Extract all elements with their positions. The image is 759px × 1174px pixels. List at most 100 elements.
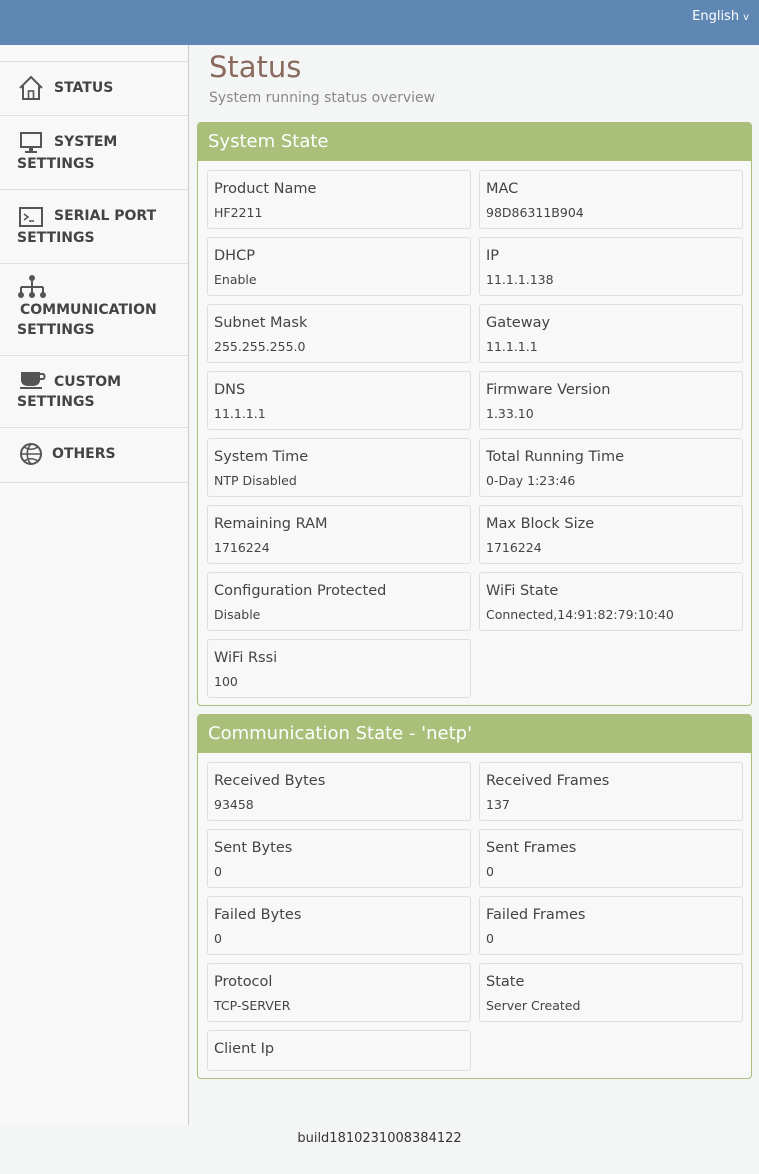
status-field-received-frames: Received Frames 137 [479, 762, 743, 821]
sidebar-item-label: SETTINGS [17, 230, 95, 246]
field-value: 0-Day 1:23:46 [486, 473, 576, 488]
field-label: Subnet Mask [214, 315, 308, 331]
status-field-mac: MAC 98D86311B904 [479, 170, 743, 229]
status-field-gateway: Gateway 11.1.1.1 [479, 304, 743, 363]
field-value: 11.1.1.1 [214, 406, 266, 421]
chevron-down-icon: v [743, 12, 749, 23]
status-field-dns: DNS 11.1.1.1 [207, 371, 471, 430]
panel-title: Communication State - 'netp' [198, 715, 751, 753]
communication-state-panel: Communication State - 'netp' Received By… [197, 714, 752, 1079]
field-label: Failed Frames [486, 907, 586, 923]
status-field-total-running-time: Total Running Time 0-Day 1:23:46 [479, 438, 743, 497]
field-label: WiFi Rssi [214, 650, 278, 666]
sidebar-item-label: SERIAL PORT [54, 208, 157, 224]
field-label: Received Frames [486, 773, 610, 789]
sidebar-item-label: SETTINGS [17, 394, 95, 410]
status-field-sent-bytes: Sent Bytes 0 [207, 829, 471, 888]
field-label: System Time [214, 449, 309, 465]
language-selector[interactable]: English v [692, 9, 749, 24]
status-field-dhcp: DHCP Enable [207, 237, 471, 296]
status-field-system-time: System Time NTP Disabled [207, 438, 471, 497]
field-label: Product Name [214, 181, 317, 197]
top-bar: English v [0, 0, 759, 45]
sidebar-item-system-settings[interactable]: SYSTEM SETTINGS [0, 115, 188, 189]
sidebar-item-label: CUSTOM [54, 374, 122, 390]
field-label: State [486, 974, 525, 990]
status-field-wifi-rssi: WiFi Rssi 100 [207, 639, 471, 698]
field-label: DHCP [214, 248, 255, 264]
field-value: Server Created [486, 998, 581, 1013]
field-value: 0 [214, 931, 222, 946]
field-value: 1716224 [214, 540, 270, 555]
field-label: MAC [486, 181, 519, 197]
field-label: Total Running Time [486, 449, 624, 465]
sidebar-item-status[interactable]: STATUS [0, 61, 188, 115]
field-label: Protocol [214, 974, 273, 990]
status-field-subnet-mask: Subnet Mask 255.255.255.0 [207, 304, 471, 363]
status-field-product-name: Product Name HF2211 [207, 170, 471, 229]
field-label: Sent Bytes [214, 840, 293, 856]
status-field-received-bytes: Received Bytes 93458 [207, 762, 471, 821]
coffee-cup-icon [19, 369, 47, 389]
field-label: WiFi State [486, 583, 559, 599]
field-value: Connected,14:91:82:79:10:40 [486, 607, 674, 622]
terminal-icon [18, 205, 44, 229]
field-label: IP [486, 248, 500, 264]
network-icon [17, 274, 47, 300]
status-field-remaining-ram: Remaining RAM 1716224 [207, 505, 471, 564]
page-subtitle: System running status overview [209, 90, 436, 106]
sidebar-item-custom-settings[interactable]: CUSTOM SETTINGS [0, 355, 188, 427]
field-value: 11.1.1.138 [486, 272, 554, 287]
status-field-state: State Server Created [479, 963, 743, 1022]
status-field-client-ip: Client Ip [207, 1030, 471, 1071]
field-value: Enable [214, 272, 257, 287]
status-field-failed-frames: Failed Frames 0 [479, 896, 743, 955]
sidebar-item-label: OTHERS [52, 446, 116, 462]
sidebar-item-label: SETTINGS [17, 156, 95, 172]
field-label: Remaining RAM [214, 516, 328, 532]
sidebar-item-label: STATUS [54, 80, 114, 96]
status-field-sent-frames: Sent Frames 0 [479, 829, 743, 888]
home-icon [17, 74, 45, 102]
status-field-ip: IP 11.1.1.138 [479, 237, 743, 296]
field-value: 93458 [214, 797, 254, 812]
build-footer: build1810231008384122 [297, 1131, 462, 1146]
field-value: 255.255.255.0 [214, 339, 306, 354]
status-field-failed-bytes: Failed Bytes 0 [207, 896, 471, 955]
status-field-wifi-state: WiFi State Connected,14:91:82:79:10:40 [479, 572, 743, 631]
field-value: Disable [214, 607, 261, 622]
monitor-icon [18, 130, 44, 156]
sidebar: STATUS SYSTEM SETTINGS SERIAL PORT SETTI… [0, 45, 189, 1125]
field-label: DNS [214, 382, 246, 398]
status-field-max-block-size: Max Block Size 1716224 [479, 505, 743, 564]
sidebar-item-label: SETTINGS [17, 322, 95, 338]
field-label: Client Ip [214, 1041, 275, 1057]
field-label: Gateway [486, 315, 551, 331]
field-value: 0 [486, 931, 494, 946]
sidebar-item-serial-port-settings[interactable]: SERIAL PORT SETTINGS [0, 189, 188, 263]
status-field-configuration-protected: Configuration Protected Disable [207, 572, 471, 631]
field-value: 100 [214, 674, 238, 689]
field-value: 137 [486, 797, 510, 812]
field-value: TCP-SERVER [214, 998, 291, 1013]
field-value: 1.33.10 [486, 406, 534, 421]
sidebar-item-others[interactable]: OTHERS [0, 427, 188, 483]
field-value: 11.1.1.1 [486, 339, 538, 354]
field-value: 1716224 [486, 540, 542, 555]
sidebar-item-label: COMMUNICATION [20, 302, 157, 318]
status-field-protocol: Protocol TCP-SERVER [207, 963, 471, 1022]
basketball-icon [19, 442, 43, 466]
field-value: HF2211 [214, 205, 263, 220]
status-field-firmware-version: Firmware Version 1.33.10 [479, 371, 743, 430]
language-label: English [692, 9, 740, 24]
field-value: 98D86311B904 [486, 205, 584, 220]
field-label: Failed Bytes [214, 907, 302, 923]
system-state-panel: System State Product Name HF2211 MAC 98D86… [197, 122, 752, 706]
field-label: Received Bytes [214, 773, 326, 789]
field-value: 0 [486, 864, 494, 879]
field-value: NTP Disabled [214, 473, 297, 488]
field-label: Firmware Version [486, 382, 611, 398]
sidebar-item-communication-settings[interactable]: COMMUNICATION SETTINGS [0, 263, 188, 355]
field-label: Sent Frames [486, 840, 577, 856]
panel-title: System State [198, 123, 751, 161]
